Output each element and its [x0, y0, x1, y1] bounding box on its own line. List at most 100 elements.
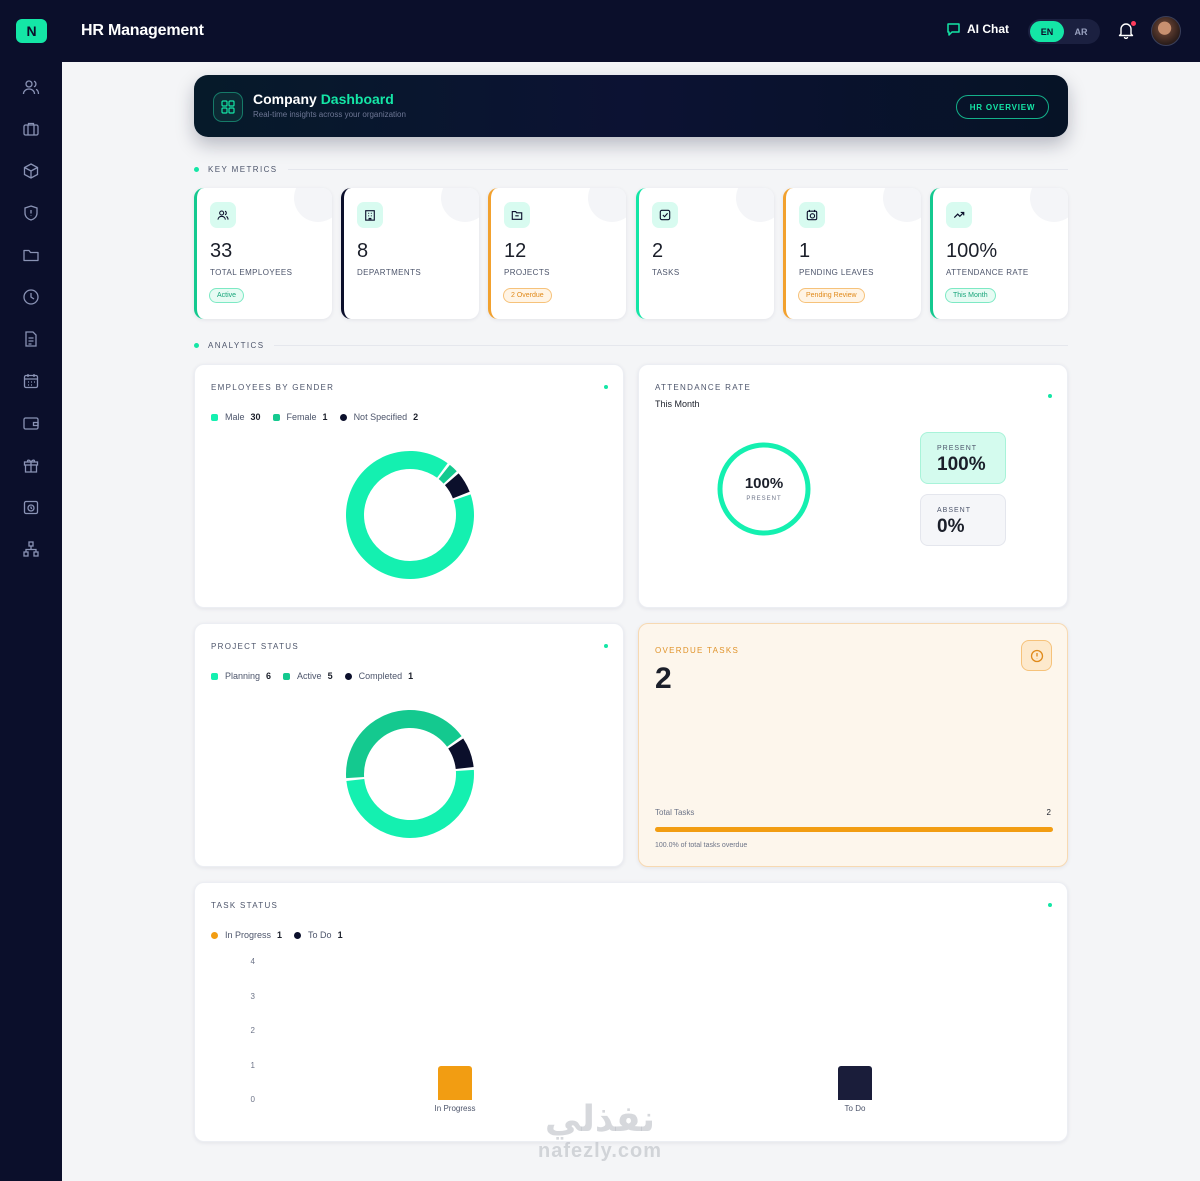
ai-chat-button[interactable]: AI Chat: [946, 22, 1009, 36]
wallet-icon: [23, 417, 39, 430]
page-title-main: Company: [253, 91, 317, 107]
dashboard-grid-icon: [213, 92, 243, 122]
legend-label: Completed: [358, 671, 403, 681]
donut-slice-planning[interactable]: [346, 769, 474, 839]
legend-label: Planning: [225, 671, 261, 681]
sidebar-item-employees[interactable]: [21, 77, 41, 97]
absent-label: ABSENT: [937, 507, 972, 514]
project-status-panel: PROJECT STATUS Planning 6 Active 5 Complet…: [194, 623, 624, 867]
legend-item-male[interactable]: Male 30: [211, 412, 261, 422]
donut-slice-active[interactable]: [346, 710, 462, 779]
document-icon: [25, 331, 37, 347]
legend-swatch: [211, 672, 218, 680]
legend-value: 2: [413, 412, 419, 422]
status-badge: Active: [209, 288, 245, 303]
ai-chat-label: AI Chat: [967, 22, 1009, 36]
panel-indicator: [1048, 394, 1052, 398]
legend-item-active[interactable]: Active 5: [283, 671, 333, 681]
legend-swatch: [272, 413, 280, 421]
legend-value: 1: [408, 671, 414, 681]
metric-label: PENDING LEAVES: [799, 268, 874, 277]
status-badge: Pending Review: [798, 288, 865, 303]
overdue-count: 2: [655, 662, 672, 695]
metric-card-pending-leaves[interactable]: 1 PENDING LEAVES Pending Review: [783, 188, 921, 319]
panel-title: ATTENDANCE RATE: [655, 383, 752, 392]
card-decoration: [294, 188, 332, 222]
legend-swatch: [283, 672, 291, 680]
metric-card-attendance[interactable]: 100% ATTENDANCE RATE This Month: [930, 188, 1068, 319]
project-legend: Planning 6 Active 5 Completed 1: [211, 671, 413, 681]
total-tasks-label: Total Tasks: [655, 808, 695, 817]
sidebar: [0, 62, 62, 1181]
section-divider: [274, 344, 1068, 346]
top-navbar: N HR Management AI Chat EN AR: [0, 0, 1200, 62]
legend-item-planning[interactable]: Planning 6: [211, 671, 271, 681]
y-tick-label: 0: [250, 1095, 255, 1104]
attendance-ring-value: 100%: [744, 475, 784, 492]
sidebar-item-benefits[interactable]: [21, 455, 41, 475]
metric-value: 8: [357, 240, 369, 262]
folder-icon: [504, 202, 530, 228]
legend-label: Female: [286, 412, 317, 422]
users-icon: [22, 80, 40, 95]
app-logo[interactable]: N: [16, 19, 47, 43]
metric-label: TOTAL EMPLOYEES: [210, 268, 293, 277]
legend-item-not-specified[interactable]: Not Specified 2: [339, 412, 419, 422]
legend-item-female[interactable]: Female 1: [272, 412, 328, 422]
bar-to-do[interactable]: [838, 1065, 872, 1100]
metric-card-projects[interactable]: 12 PROJECTS 2 Overdue: [488, 188, 626, 319]
legend-swatch: [339, 413, 347, 421]
user-avatar[interactable]: [1151, 16, 1181, 46]
metric-value: 12: [504, 240, 527, 262]
sidebar-item-projects[interactable]: [21, 161, 41, 181]
sidebar-item-calendar[interactable]: [21, 371, 41, 391]
metric-card-employees[interactable]: 33 TOTAL EMPLOYEES Active: [194, 188, 332, 319]
legend-swatch: [211, 413, 218, 421]
analytics-label: ANALYTICS: [208, 340, 265, 350]
metric-value: 33: [210, 240, 233, 262]
legend-value: 6: [266, 671, 272, 681]
sidebar-item-documents[interactable]: [21, 329, 41, 349]
sidebar-item-org-chart[interactable]: [21, 539, 41, 559]
total-tasks-value: 2: [1046, 808, 1051, 817]
dashboard-banner: Company Dashboard Real-time insights acr…: [194, 75, 1068, 137]
key-metrics-header: KEY METRICS: [194, 163, 1068, 175]
overdue-footnote: 100.0% of total tasks overdue: [655, 842, 748, 849]
sidebar-item-security[interactable]: [21, 203, 41, 223]
sidebar-item-attendance[interactable]: [21, 287, 41, 307]
panel-indicator: [604, 385, 608, 389]
sidebar-item-payroll[interactable]: [21, 413, 41, 433]
sidebar-item-leaves[interactable]: [21, 497, 41, 517]
metric-label: PROJECTS: [504, 268, 550, 277]
language-toggle[interactable]: EN AR: [1028, 19, 1100, 44]
gender-chart-panel: EMPLOYEES BY GENDER Male 30 Female 1 Not S…: [194, 364, 624, 608]
legend-item-completed[interactable]: Completed 1: [344, 671, 414, 681]
calendar-clock-icon: [23, 500, 39, 515]
sidebar-item-files[interactable]: [21, 245, 41, 265]
card-decoration: [1030, 188, 1068, 222]
legend-label: Active: [297, 671, 322, 681]
metric-label: ATTENDANCE RATE: [946, 268, 1029, 277]
absent-stat-box: ABSENT 0%: [920, 494, 1006, 546]
sidebar-item-departments[interactable]: [21, 119, 41, 139]
alert-button[interactable]: [1021, 640, 1052, 671]
lang-en-option[interactable]: EN: [1030, 21, 1064, 42]
lang-ar-option[interactable]: AR: [1064, 21, 1098, 42]
users-icon: [210, 202, 236, 228]
attendance-period: This Month: [655, 399, 700, 409]
metric-card-departments[interactable]: 8 DEPARTMENTS: [341, 188, 479, 319]
attendance-ring-label: PRESENT: [746, 496, 782, 502]
legend-swatch: [344, 672, 352, 680]
shield-icon: [24, 205, 38, 221]
metric-card-tasks[interactable]: 2 TASKS: [636, 188, 774, 319]
sitemap-icon: [23, 541, 39, 557]
bar-in-progress[interactable]: [438, 1065, 472, 1100]
building-icon: [357, 202, 383, 228]
y-tick-label: 2: [250, 1026, 255, 1035]
panel-title: OVERDUE TASKS: [655, 646, 740, 655]
y-tick-label: 4: [250, 957, 255, 966]
box-icon: [23, 163, 39, 179]
attendance-panel: ATTENDANCE RATE This Month 100% PRESENT …: [638, 364, 1068, 608]
hr-overview-button[interactable]: HR OVERVIEW: [956, 95, 1049, 119]
card-decoration: [588, 188, 626, 222]
